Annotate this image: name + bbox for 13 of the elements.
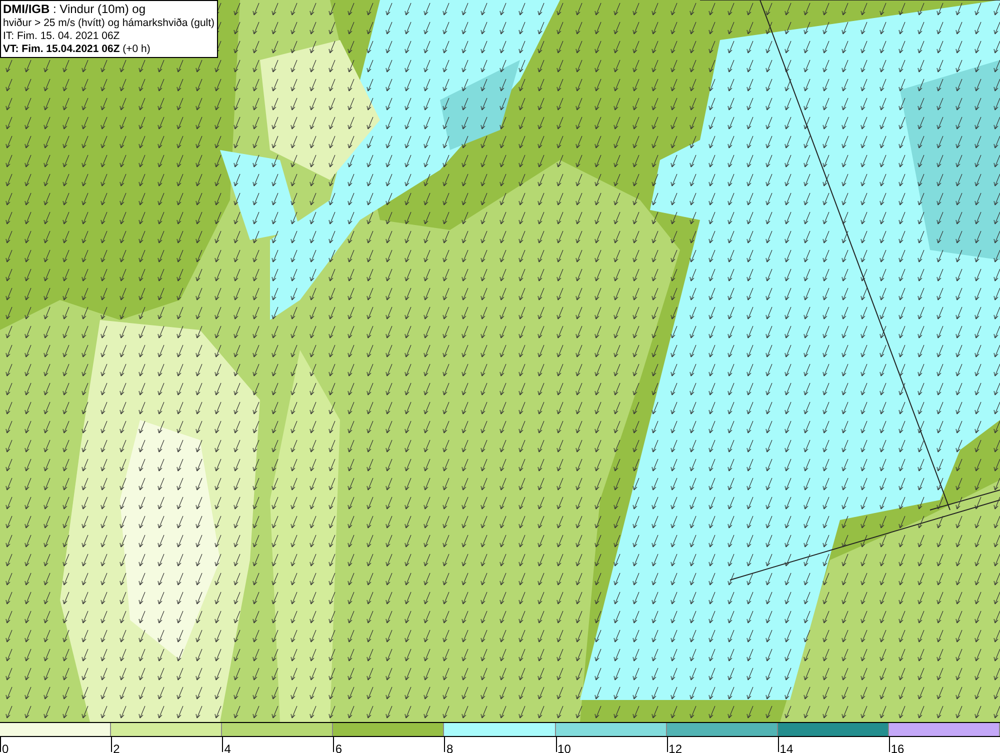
legend-text: hviður > 25 m/s (hvítt) og hámarkshviða (gult) [3,17,215,30]
scale-label: 14 [778,742,794,753]
legend-text: IT: Fim. 15. 04. 2021 06Z [3,30,121,43]
scale-label: 16 [890,742,904,753]
scale-label: 12 [668,742,682,753]
scale-label: 0 [1,742,9,753]
scale-label: 6 [334,742,342,753]
legend-text: DMI/IGB : Vindur (10m) og [3,2,146,17]
legend-text: VT: Fim. 15.04.2021 06Z (+0 h) [3,43,152,56]
scale-label: 8 [445,742,454,753]
scale-label: 2 [112,742,120,753]
scale-label: 10 [556,742,571,753]
scale-label: 4 [223,742,231,753]
